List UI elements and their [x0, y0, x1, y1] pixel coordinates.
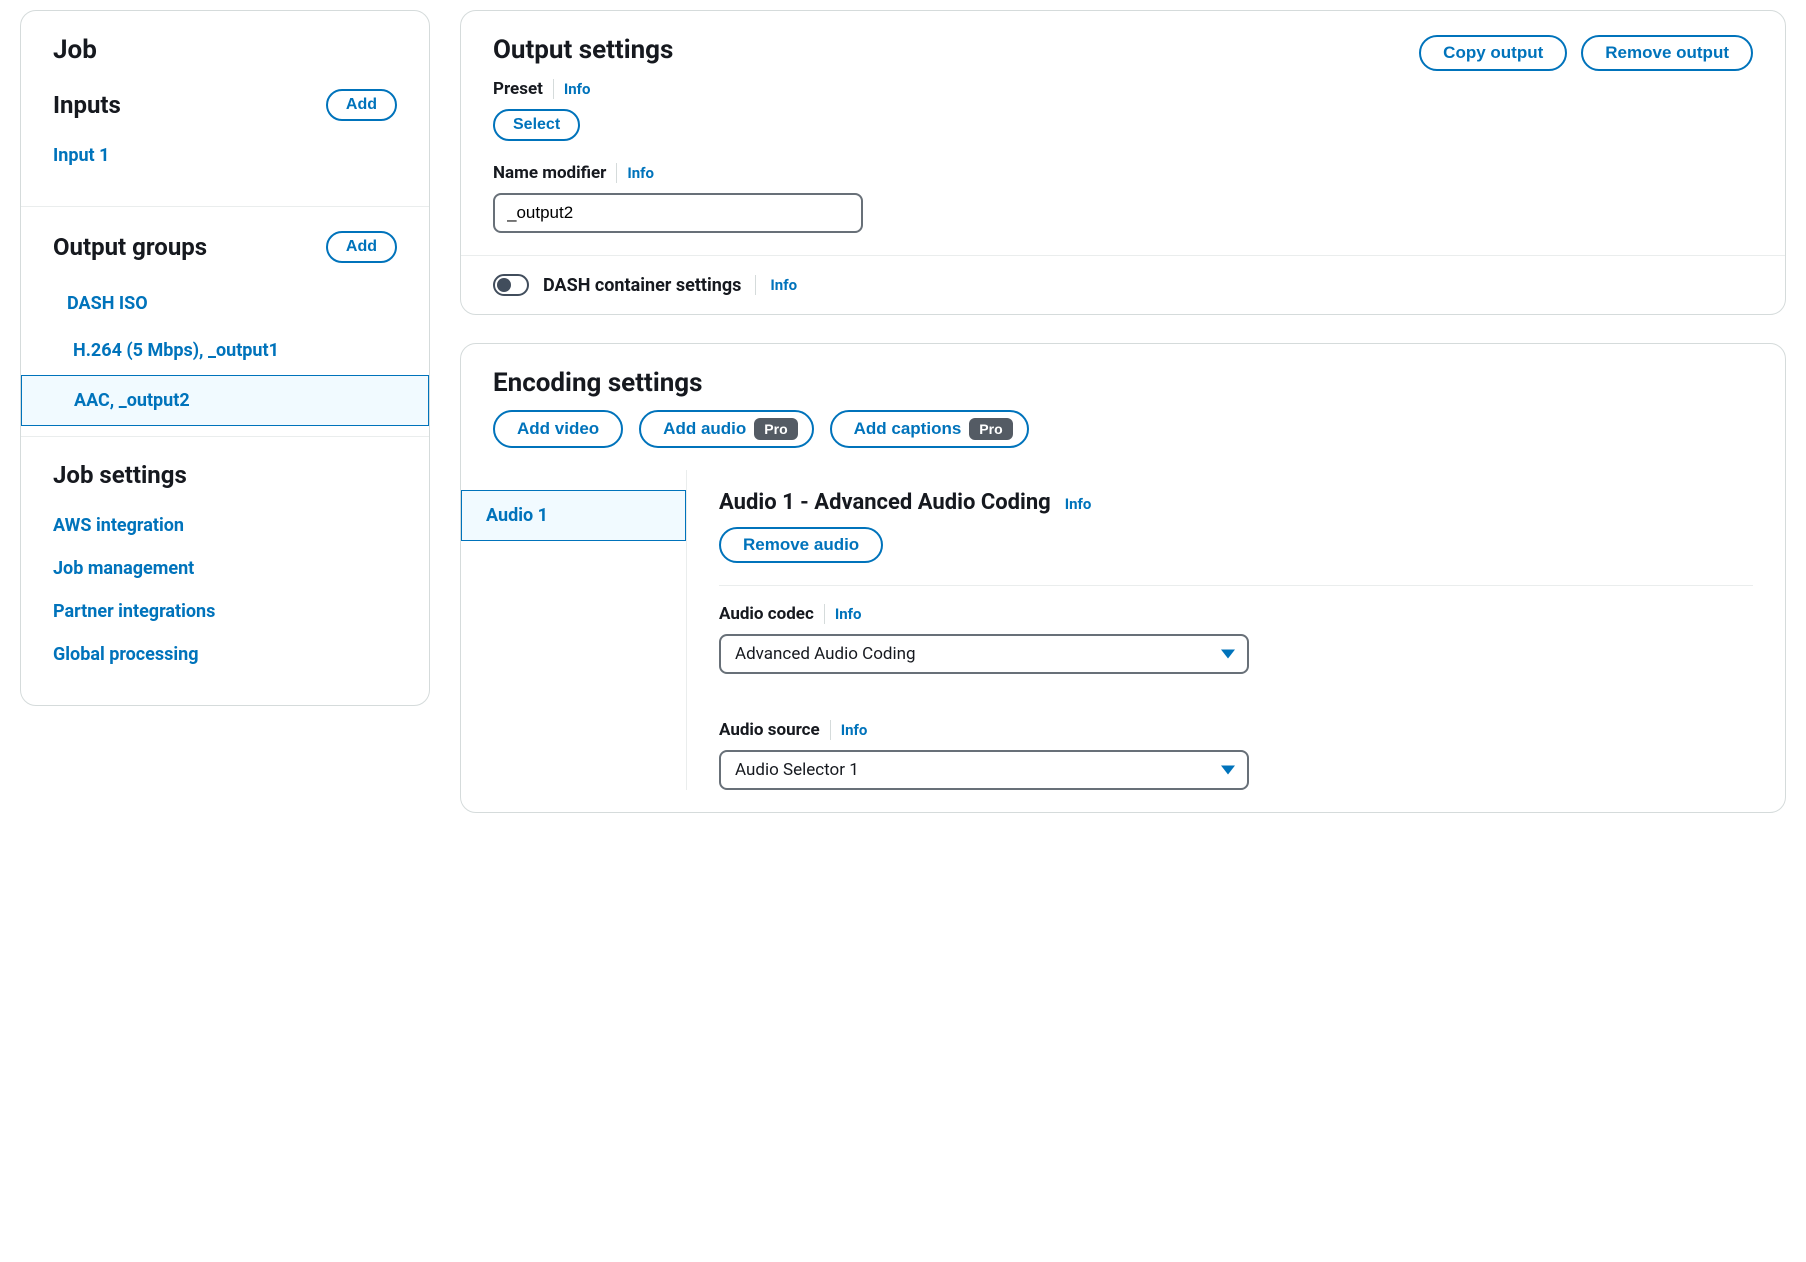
job-title: Job [53, 35, 397, 65]
output-child-item-selected[interactable]: AAC, _output2 [21, 375, 429, 426]
audio-codec-info-link[interactable]: Info [835, 605, 862, 623]
caret-down-icon [1221, 650, 1235, 659]
encoding-settings-title: Encoding settings [493, 368, 703, 398]
output-group-item[interactable]: DASH ISO [53, 281, 397, 326]
preset-select-button[interactable]: Select [493, 109, 580, 141]
name-modifier-input[interactable] [493, 193, 863, 233]
name-modifier-info-link[interactable]: Info [627, 164, 654, 182]
add-captions-label: Add captions [854, 419, 962, 439]
pro-badge: Pro [754, 418, 797, 440]
job-settings-item-aws[interactable]: AWS integration [53, 509, 397, 542]
divider [553, 79, 554, 99]
preset-label: Preset [493, 79, 543, 99]
dash-container-info-link[interactable]: Info [770, 276, 797, 294]
side-tab-audio1[interactable]: Audio 1 [461, 490, 686, 541]
remove-audio-button[interactable]: Remove audio [719, 527, 883, 563]
add-captions-button[interactable]: Add captions Pro [830, 410, 1029, 448]
job-settings-item-management[interactable]: Job management [53, 552, 397, 585]
dash-container-toggle[interactable] [493, 274, 529, 296]
divider [755, 275, 756, 295]
input-item[interactable]: Input 1 [53, 139, 397, 172]
caret-down-icon [1221, 766, 1235, 775]
add-input-button[interactable]: Add [326, 89, 397, 121]
divider [824, 604, 825, 624]
audio-codec-label: Audio codec [719, 604, 814, 624]
job-panel: Job Inputs Add Input 1 Output groups Add… [20, 10, 430, 706]
audio-codec-select[interactable]: Advanced Audio Coding [719, 634, 1249, 674]
dash-container-label: DASH container settings [543, 275, 741, 296]
encoding-side-tabs: Audio 1 [461, 470, 687, 790]
audio-info-link[interactable]: Info [1065, 495, 1092, 513]
audio-source-label: Audio source [719, 720, 820, 740]
job-settings-item-global[interactable]: Global processing [53, 638, 397, 671]
output-child-item[interactable]: H.264 (5 Mbps), _output1 [53, 326, 397, 375]
encoding-settings-panel: Encoding settings Add video Add audio Pr… [460, 343, 1786, 813]
divider [830, 720, 831, 740]
audio-source-select[interactable]: Audio Selector 1 [719, 750, 1249, 790]
job-settings-title: Job settings [53, 461, 397, 489]
toggle-knob [497, 278, 511, 292]
preset-info-link[interactable]: Info [564, 80, 591, 98]
add-output-group-button[interactable]: Add [326, 231, 397, 263]
divider [616, 163, 617, 183]
audio-source-info-link[interactable]: Info [841, 721, 868, 739]
pro-badge: Pro [969, 418, 1012, 440]
inputs-title: Inputs [53, 91, 121, 119]
add-audio-label: Add audio [663, 419, 746, 439]
job-settings-item-partner[interactable]: Partner integrations [53, 595, 397, 628]
name-modifier-label: Name modifier [493, 163, 606, 183]
output-settings-title: Output settings [493, 35, 673, 65]
output-groups-title: Output groups [53, 233, 207, 261]
add-video-button[interactable]: Add video [493, 410, 623, 448]
audio-title: Audio 1 - Advanced Audio Coding [719, 490, 1051, 515]
copy-output-button[interactable]: Copy output [1419, 35, 1567, 71]
add-audio-button[interactable]: Add audio Pro [639, 410, 813, 448]
output-settings-panel: Output settings Copy output Remove outpu… [460, 10, 1786, 315]
remove-output-button[interactable]: Remove output [1581, 35, 1753, 71]
